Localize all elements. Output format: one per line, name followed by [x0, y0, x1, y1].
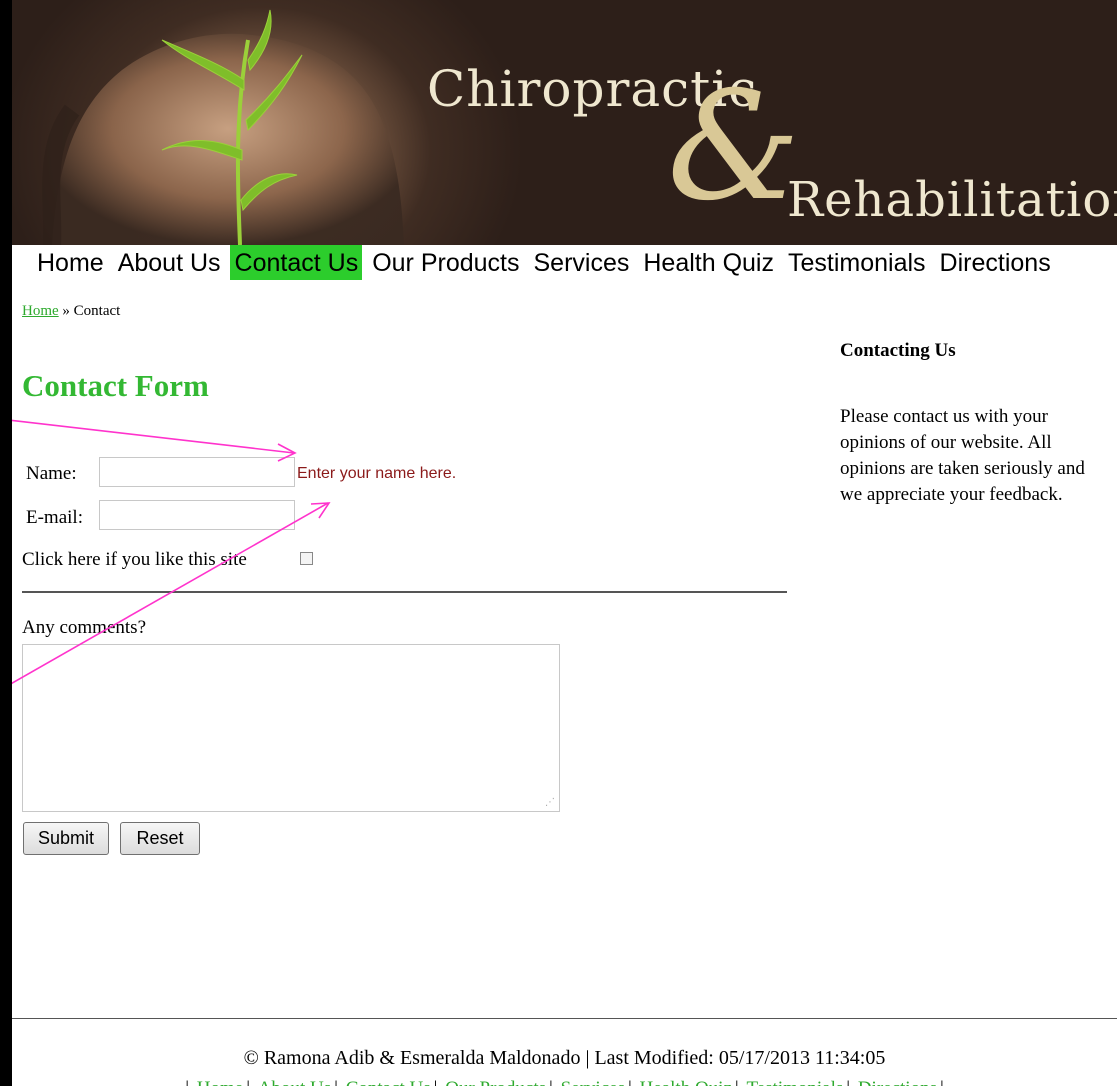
footer-link-our-products[interactable]: Our Products: [445, 1078, 546, 1086]
main-nav: Home About Us Contact Us Our Products Se…: [32, 245, 1055, 280]
name-input[interactable]: [99, 457, 295, 487]
footer-link-services[interactable]: Services: [561, 1078, 625, 1086]
footer-copyright: © Ramona Adib & Esmeralda Maldonado | La…: [243, 1047, 886, 1069]
footer-divider: [12, 1018, 1117, 1019]
sidebar-text: Please contact us with your opinions of …: [840, 406, 1085, 505]
reset-button[interactable]: Reset: [120, 822, 200, 855]
arrow-to-name-hint: [12, 419, 297, 462]
page: Chiropractic & Rehabilitation Home About…: [12, 0, 1117, 1086]
nav-item-directions[interactable]: Directions: [934, 245, 1055, 280]
comments-label: Any comments?: [22, 617, 147, 638]
nav-item-contact-us[interactable]: Contact Us: [229, 245, 363, 280]
page-title: Contact Form: [22, 368, 209, 403]
like-site-checkbox[interactable]: [300, 552, 313, 565]
nav-item-about-us[interactable]: About Us: [112, 245, 225, 280]
form-divider: [22, 591, 787, 593]
sidebar-heading: Contacting Us: [840, 340, 956, 361]
footer-link-contact-us[interactable]: Contact Us: [346, 1078, 431, 1086]
back-image: [42, 9, 404, 245]
footer-link-home[interactable]: Home: [197, 1078, 243, 1086]
footer-links: | Home| About Us| Contact Us| Our Produc…: [12, 1078, 1117, 1086]
header-ampersand: &: [667, 60, 801, 234]
footer-link-health-quiz[interactable]: Health Quiz: [640, 1078, 732, 1086]
email-input[interactable]: [99, 500, 295, 530]
breadcrumb-home-link[interactable]: Home: [22, 303, 59, 319]
name-hint: Enter your name here.: [297, 465, 457, 482]
name-label: Name:: [26, 463, 77, 484]
footer-link-testimonials[interactable]: Testimonials: [746, 1078, 843, 1086]
nav-item-health-quiz[interactable]: Health Quiz: [638, 245, 778, 280]
submit-button[interactable]: Submit: [23, 822, 109, 855]
header-banner: Chiropractic & Rehabilitation: [12, 0, 1117, 245]
breadcrumb-current: Contact: [73, 303, 121, 319]
breadcrumb-separator: »: [62, 303, 70, 319]
nav-item-testimonials[interactable]: Testimonials: [782, 245, 930, 280]
header-title-rehabilitation: Rehabilitation: [787, 172, 1117, 228]
footer-link-directions[interactable]: Directions: [858, 1078, 937, 1086]
nav-item-home[interactable]: Home: [32, 245, 108, 280]
breadcrumb: Home » Contact: [22, 303, 120, 320]
comments-textarea[interactable]: ⋰: [22, 644, 560, 812]
email-label: E-mail:: [26, 507, 83, 528]
footer-link-about-us[interactable]: About Us: [258, 1078, 331, 1086]
nav-item-our-products[interactable]: Our Products: [367, 245, 524, 280]
nav-item-services[interactable]: Services: [528, 245, 634, 280]
like-site-label: Click here if you like this site: [22, 549, 247, 570]
resize-grip-icon[interactable]: ⋰: [545, 797, 555, 808]
